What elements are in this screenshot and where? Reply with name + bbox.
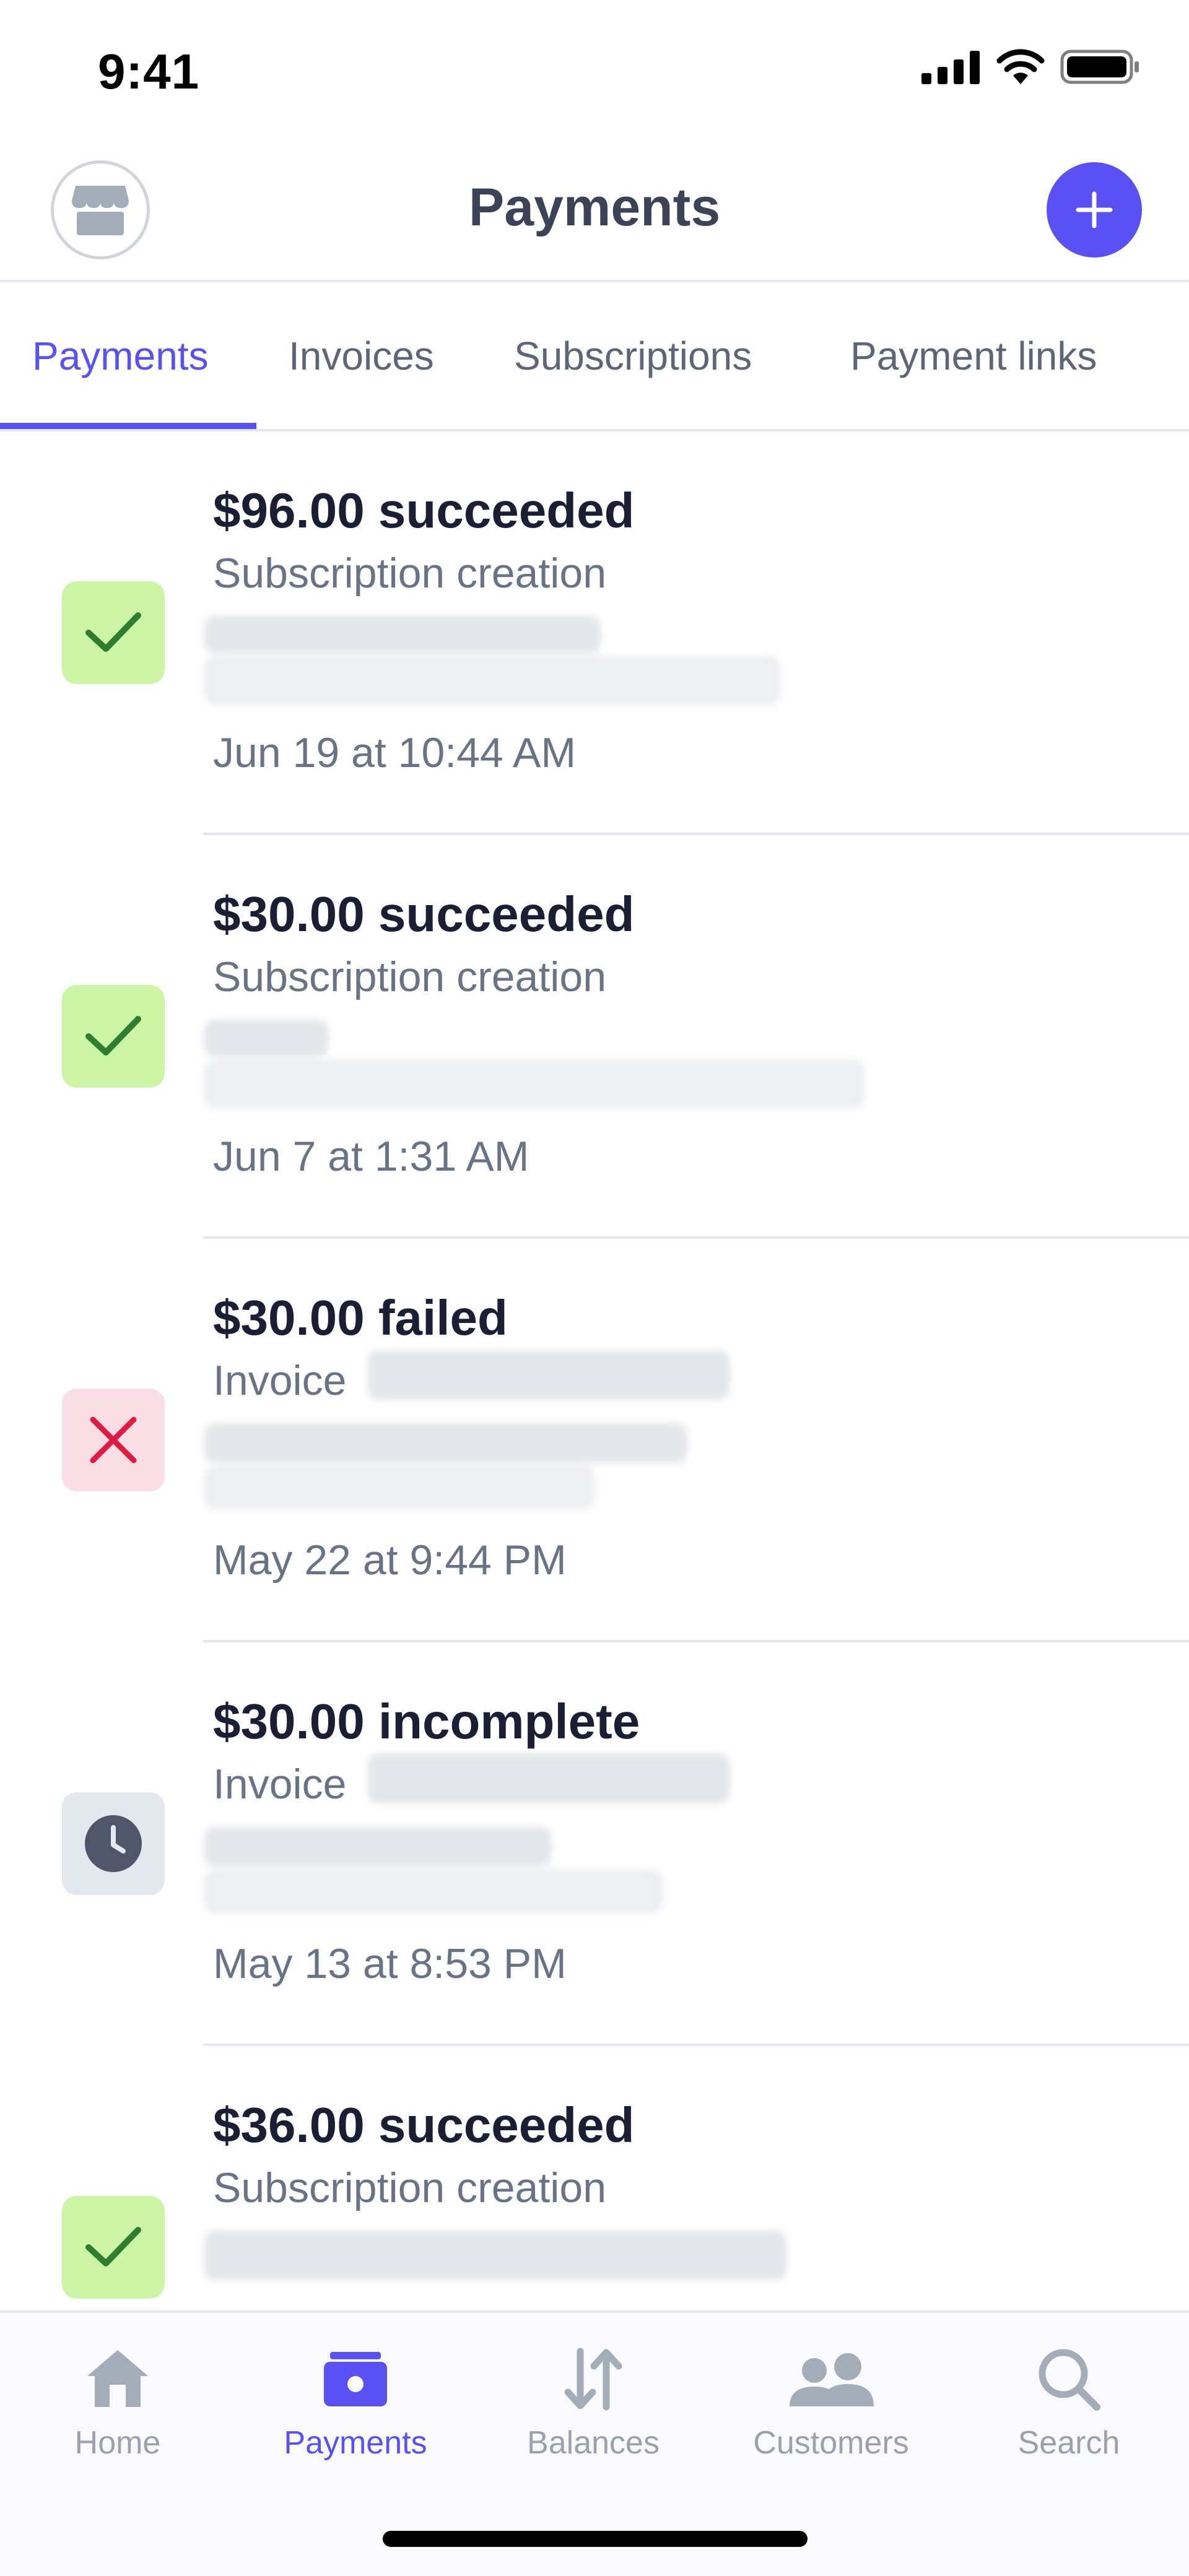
nav-customers[interactable]: Customers	[729, 2339, 933, 2461]
balances-icon	[564, 2348, 622, 2411]
x-icon	[90, 1416, 137, 1464]
payment-amount: $36.00 succeeded	[213, 2097, 635, 2153]
tab-invoices[interactable]: Invoices	[289, 333, 434, 379]
payments-list: $96.00 succeeded Subscription creation J…	[0, 432, 1189, 2309]
payments-icon	[324, 2352, 387, 2406]
payment-row[interactable]: $30.00 failed Invoice May 22 at 9:44 PM	[0, 1239, 1189, 1642]
payment-row[interactable]: $36.00 succeeded Subscription creation	[0, 2046, 1189, 2309]
redacted-text	[204, 1465, 594, 1510]
payment-description: Invoice	[213, 1357, 347, 1404]
tab-bar: Payments Invoices Subscriptions Payment …	[0, 310, 1189, 430]
header-divider	[0, 280, 1189, 282]
nav-label: Customers	[753, 2425, 909, 2461]
payment-date: May 22 at 9:44 PM	[213, 1537, 567, 1584]
home-indicator[interactable]	[383, 2531, 808, 2547]
payment-description: Subscription creation	[213, 953, 607, 1000]
payment-amount: $30.00 incomplete	[213, 1694, 640, 1749]
redacted-text	[368, 1754, 730, 1803]
payment-description: Invoice	[213, 1761, 347, 1808]
add-button[interactable]	[1047, 162, 1142, 258]
clock-icon	[85, 1815, 142, 1872]
customers-icon	[790, 2353, 874, 2406]
battery-icon	[1060, 50, 1139, 84]
cellular-signal-icon	[921, 51, 980, 84]
payment-description: Subscription creation	[213, 550, 607, 597]
page-title: Payments	[468, 178, 721, 237]
wifi-icon	[996, 49, 1045, 84]
nav-search[interactable]: Search	[967, 2339, 1171, 2461]
nav-label: Search	[1017, 2425, 1120, 2461]
nav-home[interactable]: Home	[15, 2339, 220, 2461]
redacted-text	[204, 1059, 865, 1109]
nav-balances[interactable]: Balances	[491, 2339, 695, 2461]
status-succeeded-tile	[62, 985, 165, 1088]
check-icon	[85, 1016, 141, 1056]
status-time: 9:41	[98, 44, 200, 99]
payment-date: Jun 19 at 10:44 AM	[213, 729, 576, 776]
nav-payments[interactable]: Payments	[253, 2339, 458, 2461]
status-succeeded-tile	[62, 581, 165, 684]
payment-amount: $96.00 succeeded	[213, 483, 635, 538]
payment-row[interactable]: $30.00 incomplete Invoice May 13 at 8:53…	[0, 1642, 1189, 2046]
tab-subscriptions[interactable]: Subscriptions	[514, 333, 752, 379]
payment-amount: $30.00 failed	[213, 1290, 508, 1345]
payment-date: Jun 7 at 1:31 AM	[213, 1133, 529, 1180]
home-icon	[87, 2350, 148, 2407]
status-icons	[921, 48, 1141, 85]
status-succeeded-tile	[62, 2196, 165, 2299]
payment-amount: $30.00 succeeded	[213, 887, 635, 942]
nav-label: Balances	[527, 2425, 660, 2461]
tab-payments[interactable]: Payments	[32, 333, 209, 379]
payment-description: Subscription creation	[213, 2164, 607, 2211]
tab-payment-links[interactable]: Payment links	[850, 333, 1097, 379]
payment-date: May 13 at 8:53 PM	[213, 1940, 567, 1987]
redacted-text	[204, 2231, 786, 2280]
redacted-text	[204, 1827, 551, 1867]
nav-label: Payments	[284, 2425, 427, 2461]
search-icon	[1039, 2349, 1100, 2411]
status-failed-tile	[62, 1389, 165, 1491]
redacted-text	[204, 1020, 328, 1057]
redacted-text	[368, 1350, 730, 1400]
payment-row[interactable]: $96.00 succeeded Subscription creation J…	[0, 432, 1189, 835]
redacted-text	[204, 616, 601, 653]
plus-icon	[1076, 191, 1113, 228]
redacted-text	[204, 1423, 687, 1463]
nav-label: Home	[74, 2425, 161, 2461]
check-icon	[85, 2227, 141, 2266]
active-tab-indicator	[0, 423, 256, 429]
payment-row[interactable]: $30.00 succeeded Subscription creation J…	[0, 835, 1189, 1239]
check-icon	[85, 612, 141, 652]
redacted-text	[204, 1869, 663, 1914]
status-incomplete-tile	[62, 1792, 165, 1895]
redacted-text	[204, 656, 780, 705]
